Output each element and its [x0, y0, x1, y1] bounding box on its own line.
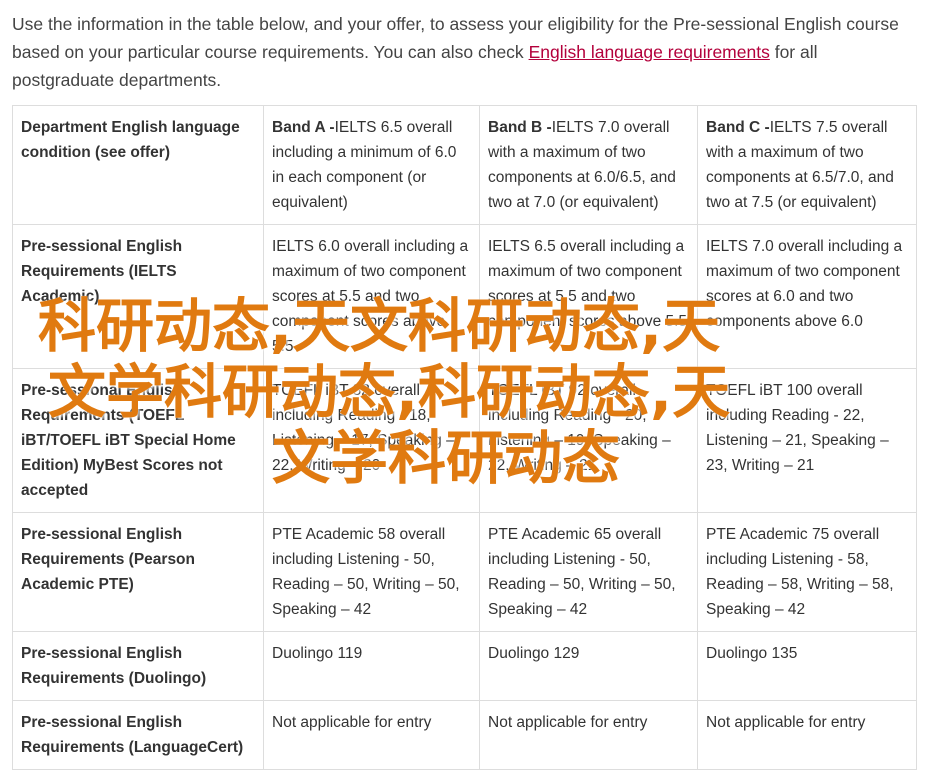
- table-cell: Duolingo 119: [263, 631, 480, 701]
- requirements-table: Department English language condition (s…: [12, 105, 917, 770]
- table-cell: PTE Academic 65 overall including Listen…: [479, 512, 698, 632]
- row-label-pte: Pre-sessional English Requirements (Pear…: [12, 512, 264, 632]
- table-cell: TOEFL iBT 82 overall including Reading -…: [263, 368, 480, 513]
- table-cell: PTE Academic 75 overall including Listen…: [697, 512, 917, 632]
- table-row: Pre-sessional English Requirements (Duol…: [12, 631, 917, 701]
- table-cell: PTE Academic 58 overall including Listen…: [263, 512, 480, 632]
- table-cell: IELTS 6.0 overall including a maximum of…: [263, 224, 480, 369]
- table-header-row: Department English language condition (s…: [12, 105, 917, 225]
- row-label-toefl: Pre-sessional English Requirements (TOEF…: [12, 368, 264, 513]
- row-label-duolingo: Pre-sessional English Requirements (Duol…: [12, 631, 264, 701]
- band-a-name: Band A -: [272, 119, 335, 136]
- table-row: Pre-sessional English Requirements (Lang…: [12, 700, 917, 770]
- band-b-cell: Band B -IELTS 7.0 overall with a maximum…: [479, 105, 698, 225]
- table-row: Pre-sessional English Requirements (Pear…: [12, 512, 917, 632]
- band-a-cell: Band A -IELTS 6.5 overall including a mi…: [263, 105, 480, 225]
- row-label-languagecert: Pre-sessional English Requirements (Lang…: [12, 700, 264, 770]
- intro-paragraph: Use the information in the table below, …: [12, 10, 917, 94]
- band-b-name: Band B -: [488, 119, 552, 136]
- band-c-name: Band C -: [706, 119, 770, 136]
- table-cell: Duolingo 129: [479, 631, 698, 701]
- table-cell: Not applicable for entry: [697, 700, 917, 770]
- header-label-cell: Department English language condition (s…: [12, 105, 264, 225]
- table-cell: IELTS 6.5 overall including a maximum of…: [479, 224, 698, 369]
- row-label-ielts: Pre-sessional English Requirements (IELT…: [12, 224, 264, 369]
- table-cell: TOEFL iBT 92 overall including Reading -…: [479, 368, 698, 513]
- table-row: Pre-sessional English Requirements (TOEF…: [12, 368, 917, 513]
- band-c-cell: Band C -IELTS 7.5 overall with a maximum…: [697, 105, 917, 225]
- english-language-requirements-link[interactable]: English language requirements: [529, 42, 770, 62]
- table-cell: TOEFL iBT 100 overall including Reading …: [697, 368, 917, 513]
- table-cell: Not applicable for entry: [263, 700, 480, 770]
- table-cell: IELTS 7.0 overall including a maximum of…: [697, 224, 917, 369]
- table-cell: Not applicable for entry: [479, 700, 698, 770]
- table-cell: Duolingo 135: [697, 631, 917, 701]
- table-row: Pre-sessional English Requirements (IELT…: [12, 224, 917, 369]
